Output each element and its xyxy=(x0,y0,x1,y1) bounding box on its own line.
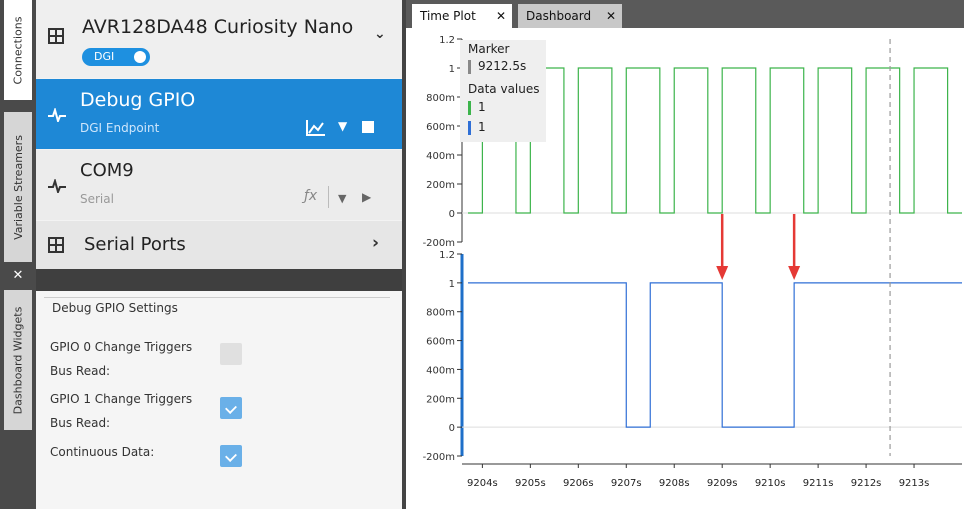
source-subtitle: DGI Endpoint xyxy=(80,121,160,135)
function-icon[interactable]: ƒx xyxy=(304,188,317,204)
y-tick-label: 0 xyxy=(449,209,455,220)
y-tick-label: 800m xyxy=(426,308,455,319)
y-tick-label: 600m xyxy=(426,122,455,133)
plot-tab-bar: Time Plot ✕ Dashboard ✕ xyxy=(406,0,964,28)
serial-ports-group[interactable]: Serial Ports › xyxy=(36,221,402,269)
tab-variable-streamers-label: Variable Streamers xyxy=(11,134,25,240)
setting-label: GPIO 1 Change Triggers Bus Read: xyxy=(50,387,192,435)
stop-icon[interactable] xyxy=(362,121,374,133)
setting-label: GPIO 0 Change Triggers Bus Read: xyxy=(50,335,192,383)
y-tick-label: 800m xyxy=(426,93,455,104)
continuous-data-checkbox[interactable] xyxy=(220,445,242,467)
x-tick-label: 9210s xyxy=(755,478,786,489)
waveform-icon xyxy=(48,179,66,193)
y-tick-label: 0 xyxy=(449,423,455,434)
close-icon[interactable]: ✕ xyxy=(4,266,32,286)
setting-label: Continuous Data: xyxy=(50,445,155,459)
x-tick-label: 9208s xyxy=(659,478,690,489)
tab-label: Time Plot xyxy=(420,9,476,23)
dgi-toggle-label: DGI xyxy=(94,50,115,63)
legend-data-title: Data values xyxy=(468,82,540,96)
side-tab-strip: Connections Variable Streamers ✕ Dashboa… xyxy=(0,0,36,509)
panel-separator xyxy=(36,269,402,291)
gpio0-trigger-checkbox[interactable] xyxy=(220,343,242,365)
y-tick-label: 400m xyxy=(426,365,455,376)
y-tick-label: -200m xyxy=(423,238,455,249)
y-tick-label: 600m xyxy=(426,337,455,348)
x-tick-label: 9211s xyxy=(803,478,834,489)
annotation-arrowhead xyxy=(788,266,801,280)
y-tick-label: 1 xyxy=(449,279,455,290)
x-tick-label: 9213s xyxy=(899,478,930,489)
y-tick-label: -200m xyxy=(423,452,455,463)
source-title: COM9 xyxy=(80,160,134,181)
setting-label-line: GPIO 1 Change Triggers xyxy=(50,392,193,406)
y-tick-label: 1 xyxy=(449,64,455,75)
close-icon[interactable]: ✕ xyxy=(606,4,616,28)
tab-connections-label: Connections xyxy=(11,16,25,84)
serial-ports-label: Serial Ports xyxy=(84,234,186,255)
settings-title: Debug GPIO Settings xyxy=(52,301,178,315)
device-card[interactable]: AVR128DA48 Curiosity Nano ⌄ xyxy=(36,0,402,78)
y-tick-label: 1.2 xyxy=(439,250,455,261)
source-debug-gpio[interactable]: Debug GPIO DGI Endpoint ▼ xyxy=(36,79,402,149)
tab-label: Dashboard xyxy=(526,9,592,23)
tab-connections[interactable]: Connections xyxy=(4,0,32,100)
gpio1-trigger-checkbox[interactable] xyxy=(220,397,242,419)
board-icon xyxy=(48,28,64,44)
source-title: Debug GPIO xyxy=(80,89,196,111)
y-tick-label: 1.2 xyxy=(439,35,455,46)
connections-panel: AVR128DA48 Curiosity Nano ⌄ DGI Debug GP… xyxy=(36,0,402,509)
y-tick-label: 200m xyxy=(426,180,455,191)
source-subtitle: Serial xyxy=(80,192,114,206)
legend-green-swatch xyxy=(468,101,471,115)
caret-down-icon[interactable]: ▼ xyxy=(338,192,346,205)
setting-label-line: Bus Read: xyxy=(50,364,111,378)
tab-dashboard[interactable]: Dashboard ✕ xyxy=(518,4,622,28)
y-tick-label: 200m xyxy=(426,394,455,405)
tab-variable-streamers[interactable]: Variable Streamers xyxy=(4,112,32,262)
chevron-down-icon[interactable]: ⌄ xyxy=(374,26,386,42)
legend-value-green: 1 xyxy=(478,100,486,114)
tab-time-plot[interactable]: Time Plot ✕ xyxy=(412,4,512,28)
tab-dashboard-widgets[interactable]: Dashboard Widgets xyxy=(4,290,32,430)
x-tick-label: 9205s xyxy=(515,478,546,489)
close-icon[interactable]: ✕ xyxy=(496,4,506,28)
ports-icon xyxy=(48,237,64,253)
x-tick-label: 9206s xyxy=(563,478,594,489)
toggle-knob xyxy=(134,51,146,63)
divider xyxy=(44,297,390,298)
setting-label-line: GPIO 0 Change Triggers xyxy=(50,340,193,354)
source-com9[interactable]: COM9 Serial ƒx ▼ ▶ xyxy=(36,150,402,220)
legend-marker-title: Marker xyxy=(468,42,510,56)
legend-blue-swatch xyxy=(468,121,471,135)
annotation-arrowhead xyxy=(716,266,729,280)
chevron-right-icon[interactable]: › xyxy=(372,233,379,253)
tab-dashboard-widgets-label: Dashboard Widgets xyxy=(11,306,25,414)
play-icon[interactable]: ▶ xyxy=(362,190,371,204)
waveform-icon xyxy=(48,108,66,122)
x-tick-label: 9207s xyxy=(611,478,642,489)
x-tick-label: 9204s xyxy=(467,478,498,489)
device-name: AVR128DA48 Curiosity Nano xyxy=(82,16,354,38)
legend-value-blue: 1 xyxy=(478,120,486,134)
legend-marker-swatch xyxy=(468,60,471,74)
plot-legend: Marker 9212.5s Data values 1 1 xyxy=(460,40,546,142)
separator xyxy=(328,186,329,208)
dgi-toggle[interactable]: DGI xyxy=(82,48,150,66)
caret-down-icon[interactable]: ▼ xyxy=(338,119,347,133)
setting-label-line: Bus Read: xyxy=(50,416,111,430)
x-tick-label: 9209s xyxy=(707,478,738,489)
y-tick-label: 400m xyxy=(426,151,455,162)
add-plot-icon[interactable] xyxy=(306,119,326,137)
debug-gpio-settings: Debug GPIO Settings GPIO 0 Change Trigge… xyxy=(36,291,402,509)
x-tick-label: 9212s xyxy=(851,478,882,489)
series-line xyxy=(468,282,962,428)
legend-marker-value: 9212.5s xyxy=(478,59,527,73)
